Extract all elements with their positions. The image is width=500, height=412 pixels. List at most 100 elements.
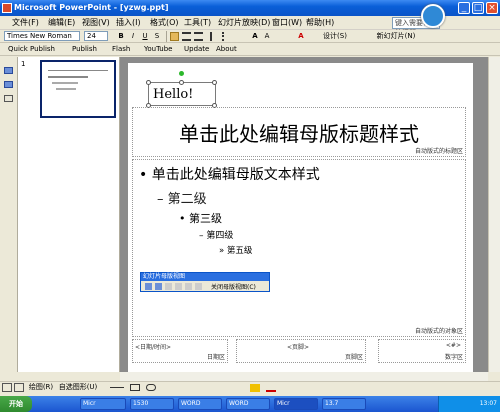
delete-master-icon[interactable] bbox=[165, 283, 172, 290]
oval-tool-icon[interactable] bbox=[146, 384, 156, 391]
slide-sorter-icon[interactable] bbox=[14, 383, 24, 392]
close-master-view-button[interactable]: 关闭母版视图(C) bbox=[211, 282, 256, 291]
menu-view[interactable]: 视图(V) bbox=[80, 17, 112, 29]
flash-button[interactable]: Flash bbox=[112, 44, 132, 55]
footer-area-label: 页脚区 bbox=[344, 354, 363, 361]
line-tool-icon[interactable] bbox=[110, 387, 124, 388]
rectangle-tool-icon[interactable] bbox=[130, 384, 140, 391]
fill-color-icon[interactable] bbox=[250, 384, 260, 392]
about-button[interactable]: About bbox=[216, 44, 238, 55]
clock: 13:07 bbox=[479, 400, 497, 407]
update-button[interactable]: Update bbox=[184, 44, 209, 55]
menu-file[interactable]: 文件(F) bbox=[10, 17, 41, 29]
hello-text[interactable]: Hello! bbox=[153, 87, 193, 102]
design-button[interactable]: 设计(S) bbox=[320, 31, 350, 42]
title-placeholder-text[interactable]: 单击此处编辑母版标题样式 bbox=[133, 118, 465, 147]
preserve-master-icon[interactable] bbox=[175, 283, 182, 290]
minimize-button[interactable]: _ bbox=[458, 2, 470, 14]
master-layout-icon[interactable] bbox=[195, 283, 202, 290]
taskbar-item-active[interactable]: Micr bbox=[274, 398, 318, 410]
maximize-button[interactable]: □ bbox=[472, 2, 484, 14]
font-size-combo[interactable]: 24 bbox=[84, 31, 108, 41]
insert-slide-master-icon[interactable] bbox=[4, 67, 13, 74]
insert-title-master-icon[interactable] bbox=[155, 283, 162, 290]
insert-title-master-icon[interactable] bbox=[4, 81, 13, 88]
body-area-label: 自动版式的对象区 bbox=[414, 328, 463, 335]
thumb-body-line bbox=[48, 76, 88, 78]
number-placeholder[interactable]: <#> 数字区 bbox=[378, 339, 466, 363]
taskbar-item[interactable]: WORD bbox=[178, 398, 222, 410]
shadow-button[interactable]: S bbox=[152, 31, 162, 42]
align-center-icon[interactable] bbox=[182, 32, 191, 41]
title-area-label: 自动版式的标题区 bbox=[414, 148, 463, 155]
menu-window[interactable]: 窗口(W) bbox=[270, 17, 304, 29]
horizontal-scrollbar[interactable] bbox=[120, 372, 488, 381]
menu-insert[interactable]: 插入(I) bbox=[114, 17, 143, 29]
slide-number: 1 bbox=[21, 60, 26, 68]
footer-placeholder[interactable]: <页脚> 页脚区 bbox=[236, 339, 366, 363]
taskbar-item[interactable]: 13.7 bbox=[322, 398, 366, 410]
font-name-combo[interactable]: Times New Roman bbox=[4, 31, 80, 41]
slide-thumbnail[interactable] bbox=[40, 60, 116, 118]
draw-menu[interactable]: 绘图(R) bbox=[28, 382, 54, 393]
footer-placeholder-text: <页脚> bbox=[287, 344, 310, 351]
publish-button[interactable]: Publish bbox=[72, 44, 100, 55]
slide-master-toolbar: 幻灯片母版视图 关闭母版视图(C) bbox=[140, 272, 270, 292]
date-area-label: 日期区 bbox=[206, 354, 225, 361]
menu-edit[interactable]: 编辑(E) bbox=[46, 17, 77, 29]
normal-view-icon[interactable] bbox=[2, 383, 12, 392]
resize-handle[interactable] bbox=[212, 80, 217, 85]
selected-text-box[interactable]: Hello! bbox=[146, 80, 217, 108]
close-button[interactable]: × bbox=[486, 2, 498, 14]
decrease-font-icon[interactable]: A bbox=[262, 31, 272, 42]
delete-master-icon[interactable] bbox=[4, 95, 13, 102]
underline-button[interactable]: U bbox=[140, 31, 150, 42]
date-placeholder-text: <日期/时间> bbox=[135, 344, 172, 351]
bird-logo-icon bbox=[421, 4, 445, 28]
italic-button[interactable]: I bbox=[128, 31, 138, 42]
taskbar-item[interactable]: 1530 bbox=[130, 398, 174, 410]
resize-handle[interactable] bbox=[146, 80, 151, 85]
menu-slideshow[interactable]: 幻灯片放映(D) bbox=[216, 17, 272, 29]
resize-handle[interactable] bbox=[179, 80, 184, 85]
line-color-icon[interactable] bbox=[266, 384, 276, 392]
drawing-toolbar: 绘图(R) 自选图形(U) bbox=[0, 381, 500, 393]
menu-tools[interactable]: 工具(T) bbox=[182, 17, 213, 29]
vertical-scrollbar[interactable] bbox=[488, 57, 500, 372]
rotate-handle[interactable] bbox=[179, 71, 184, 76]
align-left-icon[interactable] bbox=[170, 32, 179, 41]
body-level-2[interactable]: – 第二级 bbox=[157, 188, 207, 207]
insert-master-icon[interactable] bbox=[145, 283, 152, 290]
increase-font-icon[interactable]: A bbox=[250, 31, 260, 42]
body-level-1[interactable]: • 单击此处编辑母版文本样式 bbox=[139, 164, 320, 184]
taskbar-item[interactable]: WORD bbox=[226, 398, 270, 410]
new-slide-button[interactable]: 新幻灯片(N) bbox=[372, 31, 420, 42]
font-color-icon[interactable]: A bbox=[296, 31, 306, 42]
autoshapes-menu[interactable]: 自选图形(U) bbox=[58, 382, 98, 393]
thumb-title-line bbox=[48, 67, 108, 71]
align-right-icon[interactable] bbox=[194, 32, 203, 41]
rename-master-icon[interactable] bbox=[185, 283, 192, 290]
thumbnail-pane: 1 bbox=[18, 57, 120, 372]
body-placeholder[interactable]: • 单击此处编辑母版文本样式 – 第二级 • 第三级 – 第四级 » 第五级 自… bbox=[132, 159, 466, 337]
menu-help[interactable]: 帮助(H) bbox=[304, 17, 336, 29]
quick-publish-button[interactable]: Quick Publish bbox=[8, 44, 66, 55]
taskbar-item[interactable]: Micr bbox=[80, 398, 126, 410]
bold-button[interactable]: B bbox=[116, 31, 126, 42]
numbering-icon[interactable] bbox=[210, 32, 219, 41]
slide-master-toolbar-title[interactable]: 幻灯片母版视图 bbox=[141, 273, 269, 281]
youtube-button[interactable]: YouTube bbox=[144, 44, 172, 55]
menu-format[interactable]: 格式(O) bbox=[148, 17, 181, 29]
number-area-label: 数字区 bbox=[444, 354, 463, 361]
toolbar-separator bbox=[166, 31, 167, 42]
formatting-toolbar: Times New Roman 24 B I U S A A A 设计(S) 新… bbox=[0, 30, 500, 43]
title-placeholder[interactable]: 单击此处编辑母版标题样式 自动版式的标题区 bbox=[132, 107, 466, 157]
window-title: Microsoft PowerPoint - [yzwg.ppt] bbox=[14, 3, 169, 12]
body-level-5[interactable]: » 第五级 bbox=[219, 244, 252, 256]
body-level-3[interactable]: • 第三级 bbox=[179, 210, 222, 226]
bullets-icon[interactable] bbox=[222, 32, 231, 41]
body-level-4[interactable]: – 第四级 bbox=[199, 228, 233, 241]
powerpoint-icon[interactable] bbox=[2, 3, 12, 13]
date-placeholder[interactable]: <日期/时间> 日期区 bbox=[132, 339, 228, 363]
start-button[interactable]: 开始 bbox=[0, 396, 32, 412]
